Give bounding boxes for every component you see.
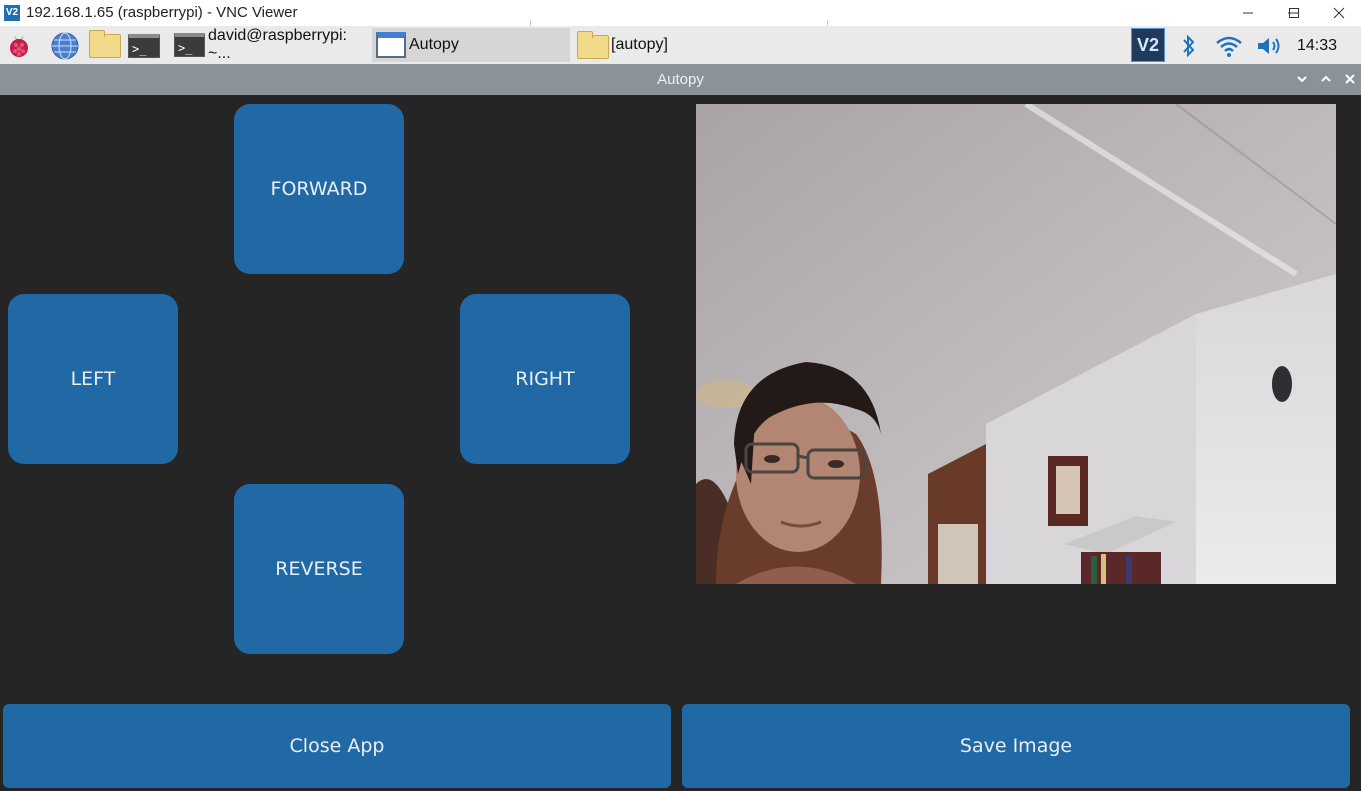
camera-preview-image: [696, 104, 1336, 584]
minimize-button-2[interactable]: [1225, 0, 1270, 26]
vnc-server-tray-button[interactable]: V2: [1131, 28, 1165, 62]
close-app-button[interactable]: Close App: [3, 704, 671, 788]
app-title: Autopy: [657, 71, 704, 88]
left-button[interactable]: LEFT: [8, 294, 178, 464]
minimize-icon: [1242, 12, 1253, 14]
globe-icon: [51, 32, 79, 60]
bluetooth-icon: [1183, 34, 1195, 58]
app-titlebar: Autopy: [0, 64, 1361, 95]
terminal-icon: >_: [174, 33, 206, 57]
folder-icon: [577, 31, 609, 59]
chevron-down-icon: [1297, 76, 1307, 83]
maximize-icon: [1288, 8, 1299, 18]
vnc-tray-icon: V2: [1136, 34, 1160, 55]
task-autopy[interactable]: Autopy: [372, 28, 570, 62]
raspberry-icon: [10, 36, 28, 57]
taskbar: >_ >_ david@raspberrypi: ~... Autopy [au…: [0, 26, 1361, 64]
task-terminal-label: david@raspberrypi: ~...: [208, 27, 347, 62]
volume-tray-button[interactable]: [1254, 32, 1286, 60]
web-browser-launcher[interactable]: [49, 32, 81, 60]
app-close-button[interactable]: [1341, 70, 1359, 88]
folder-icon: [89, 30, 121, 58]
close-icon: [1345, 74, 1355, 84]
window-icon: [376, 32, 406, 58]
maximize-button[interactable]: [1271, 0, 1316, 26]
taskbar-clock[interactable]: 14:33: [1297, 37, 1337, 55]
camera-preview: [696, 104, 1336, 584]
right-button[interactable]: RIGHT: [460, 294, 630, 464]
terminal-launcher[interactable]: >_: [127, 32, 161, 60]
file-manager-launcher[interactable]: [88, 30, 122, 60]
app-minimize-button[interactable]: [1293, 70, 1311, 88]
task-folder-label: [autopy]: [611, 36, 668, 53]
task-folder[interactable]: [autopy]: [574, 28, 772, 62]
raspberry-menu-button[interactable]: [4, 32, 34, 60]
close-icon: [1333, 7, 1344, 19]
bluetooth-tray-button[interactable]: [1178, 32, 1200, 60]
task-terminal[interactable]: >_ david@raspberrypi: ~...: [172, 27, 368, 62]
forward-button[interactable]: FORWARD: [234, 104, 404, 274]
chevron-up-icon: [1321, 75, 1331, 82]
wifi-icon: [1216, 36, 1242, 57]
task-autopy-label: Autopy: [409, 36, 459, 53]
vnc-window-titlebar: V2 192.168.1.65 (raspberrypi) - VNC View…: [0, 0, 1361, 31]
wifi-tray-button[interactable]: [1214, 32, 1244, 60]
vnc-window-title: 192.168.1.65 (raspberrypi) - VNC Viewer: [26, 4, 298, 21]
terminal-icon: >_: [128, 34, 160, 58]
reverse-button[interactable]: REVERSE: [234, 484, 404, 654]
app-maximize-button[interactable]: [1317, 70, 1335, 88]
close-window-button[interactable]: [1316, 0, 1361, 26]
vnc-logo-icon: V2: [4, 5, 20, 21]
save-image-button[interactable]: Save Image: [682, 704, 1350, 788]
speaker-icon: [1258, 38, 1280, 54]
